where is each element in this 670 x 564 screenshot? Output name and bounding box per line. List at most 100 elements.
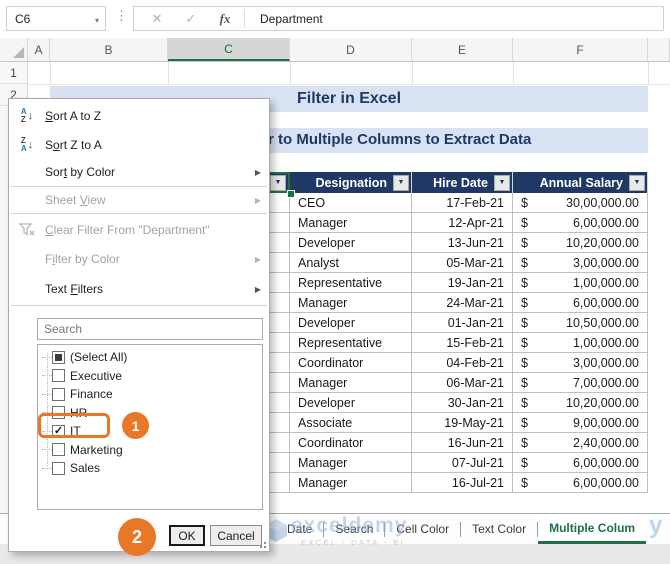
cell-annual-salary[interactable]: $6,00,000.00	[513, 213, 648, 233]
column-header-E[interactable]: E	[412, 38, 513, 61]
cell-designation[interactable]: Developer	[290, 313, 412, 333]
filter-option-executive[interactable]: Executive	[38, 367, 262, 386]
cell-hire-date[interactable]: 16-Jun-21	[412, 433, 513, 453]
cell-designation[interactable]: Manager	[290, 213, 412, 233]
filter-button-annual-salary[interactable]: ▼	[629, 174, 645, 191]
cell-designation[interactable]: Developer	[290, 393, 412, 413]
cell-hire-date[interactable]: 13-Jun-21	[412, 233, 513, 253]
cell-annual-salary[interactable]: $10,20,000.00	[513, 393, 648, 413]
checkbox-unchecked[interactable]	[52, 443, 65, 457]
cell-hire-date[interactable]: 19-May-21	[412, 413, 513, 433]
filter-menu-items: A Z ↓ Sort A to Z Z A ↓ Sort Z to A Sort by Colo…	[9, 101, 269, 307]
name-box-dropdown-icon[interactable]: ▾	[95, 16, 99, 25]
cell-hire-date[interactable]: 05-Mar-21	[412, 253, 513, 273]
sheet-tab-cell-color[interactable]: Cell Color	[385, 514, 460, 544]
cell-annual-salary[interactable]: $1,00,000.00	[513, 333, 648, 353]
cancel-entry-icon[interactable]: ✕	[142, 7, 172, 30]
cell-designation[interactable]: Representative	[290, 273, 412, 293]
cell-annual-salary[interactable]: $2,40,000.00	[513, 433, 648, 453]
column-header-A[interactable]: A	[28, 38, 50, 61]
tree-stub-line	[42, 393, 52, 395]
cell-hire-date[interactable]: 24-Mar-21	[412, 293, 513, 313]
cell-hire-date[interactable]: 19-Jan-21	[412, 273, 513, 293]
cell-annual-salary[interactable]: $30,00,000.00	[513, 193, 648, 213]
menu-item-sort-by-color[interactable]: Sort by Color ▶	[9, 159, 269, 185]
cell-designation[interactable]: Manager	[290, 473, 412, 493]
cell-annual-salary[interactable]: $3,00,000.00	[513, 253, 648, 273]
cell-hire-date[interactable]: 15-Feb-21	[412, 333, 513, 353]
cell-hire-date[interactable]: 06-Mar-21	[412, 373, 513, 393]
cell-hire-date[interactable]: 07-Jul-21	[412, 453, 513, 473]
filter-option-select-all[interactable]: (Select All)	[38, 348, 262, 367]
filter-option-marketing[interactable]: Marketing	[38, 441, 262, 460]
cell-designation[interactable]: Representative	[290, 333, 412, 353]
search-input[interactable]	[37, 318, 263, 340]
filter-button-department[interactable]: ▼	[270, 174, 286, 191]
sheet-tab-search[interactable]: Search	[324, 514, 384, 544]
checkbox-unchecked[interactable]	[52, 406, 65, 420]
cell-hire-date[interactable]: 17-Feb-21	[412, 193, 513, 213]
cell-annual-salary[interactable]: $9,00,000.00	[513, 413, 648, 433]
filter-option-label: Marketing	[70, 442, 123, 457]
cell-designation[interactable]: Developer	[290, 233, 412, 253]
filter-option-sales[interactable]: Sales	[38, 459, 262, 478]
select-all-corner[interactable]	[0, 38, 28, 61]
cell-annual-salary[interactable]: $6,00,000.00	[513, 453, 648, 473]
checkbox-unchecked[interactable]	[52, 387, 65, 401]
ok-button[interactable]: OK	[169, 525, 205, 546]
checkbox-indeterminate[interactable]	[52, 350, 65, 364]
cell-designation[interactable]: Analyst	[290, 253, 412, 273]
fill-handle[interactable]	[287, 190, 295, 198]
column-header-C[interactable]: C	[168, 38, 290, 61]
cell-designation[interactable]: Manager	[290, 453, 412, 473]
menu-item-sort-a-to-z[interactable]: A Z ↓ Sort A to Z	[9, 101, 269, 130]
filter-option-finance[interactable]: Finance	[38, 385, 262, 404]
cell-designation[interactable]: Manager	[290, 373, 412, 393]
filter-button-designation[interactable]: ▼	[393, 174, 409, 191]
cell-hire-date[interactable]: 16-Jul-21	[412, 473, 513, 493]
table-header-designation[interactable]: Designation ▼	[290, 172, 412, 193]
cell-annual-salary[interactable]: $10,50,000.00	[513, 313, 648, 333]
cell-designation[interactable]: Coordinator	[290, 433, 412, 453]
cell-hire-date[interactable]: 04-Feb-21	[412, 353, 513, 373]
cell-annual-salary[interactable]: $1,00,000.00	[513, 273, 648, 293]
cell-hire-date[interactable]: 12-Apr-21	[412, 213, 513, 233]
cell-annual-salary[interactable]: $6,00,000.00	[513, 293, 648, 313]
cell-annual-salary[interactable]: $3,00,000.00	[513, 353, 648, 373]
cell-designation[interactable]: Manager	[290, 293, 412, 313]
column-header-B[interactable]: B	[50, 38, 168, 61]
resize-grip[interactable]	[257, 539, 267, 549]
confirm-entry-icon[interactable]: ✓	[176, 7, 206, 30]
cell-annual-salary[interactable]: $6,00,000.00	[513, 473, 648, 493]
cell-hire-date[interactable]: 30-Jan-21	[412, 393, 513, 413]
gridline	[513, 62, 514, 84]
submenu-arrow-icon: ▶	[254, 284, 261, 294]
filter-button-hire-date[interactable]: ▼	[494, 174, 510, 191]
column-header-D[interactable]: D	[290, 38, 412, 61]
cell-designation[interactable]: CEO	[290, 193, 412, 213]
insert-function-icon[interactable]: fx	[210, 7, 240, 30]
column-header-F[interactable]: F	[513, 38, 648, 61]
filter-option-it[interactable]: ✓ IT	[38, 422, 262, 441]
filter-option-hr[interactable]: HR	[38, 404, 262, 423]
table-header-hire-date[interactable]: Hire Date ▼	[412, 172, 513, 193]
sheet-tab-multiple-colum[interactable]: Multiple Colum	[538, 514, 647, 544]
cell-designation[interactable]: Associate	[290, 413, 412, 433]
filter-option-label: IT	[70, 424, 81, 439]
row-header-1[interactable]: 1	[0, 62, 27, 84]
checkbox-unchecked[interactable]	[52, 369, 65, 383]
cell-hire-date[interactable]: 01-Jan-21	[412, 313, 513, 333]
sheet-tab-date[interactable]: Date	[276, 514, 323, 544]
formula-bar[interactable]: ✕ ✓ fx Department	[133, 6, 664, 31]
name-box[interactable]: C6 ▾	[6, 6, 106, 31]
cancel-button[interactable]: Cancel	[210, 525, 262, 546]
cell-designation[interactable]: Coordinator	[290, 353, 412, 373]
checkbox-checked[interactable]: ✓	[52, 424, 65, 438]
cell-annual-salary[interactable]: $10,20,000.00	[513, 233, 648, 253]
sheet-tab-text-color[interactable]: Text Color	[461, 514, 537, 544]
menu-item-text-filters[interactable]: Text Filters ▶	[9, 274, 269, 304]
cell-annual-salary[interactable]: $7,00,000.00	[513, 373, 648, 393]
checkbox-unchecked[interactable]	[52, 461, 65, 475]
table-header-annual-salary[interactable]: Annual Salary ▼	[513, 172, 648, 193]
menu-item-sort-z-to-a[interactable]: Z A ↓ Sort Z to A	[9, 130, 269, 159]
